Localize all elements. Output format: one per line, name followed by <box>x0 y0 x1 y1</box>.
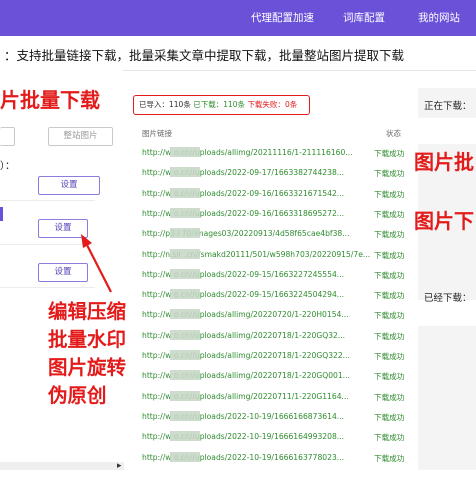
arrow-shaft <box>85 242 112 293</box>
feature-annotation: 编辑压缩 批量水印 图片旋转 伪原创 <box>48 300 127 407</box>
arrow-head-icon <box>81 234 92 248</box>
